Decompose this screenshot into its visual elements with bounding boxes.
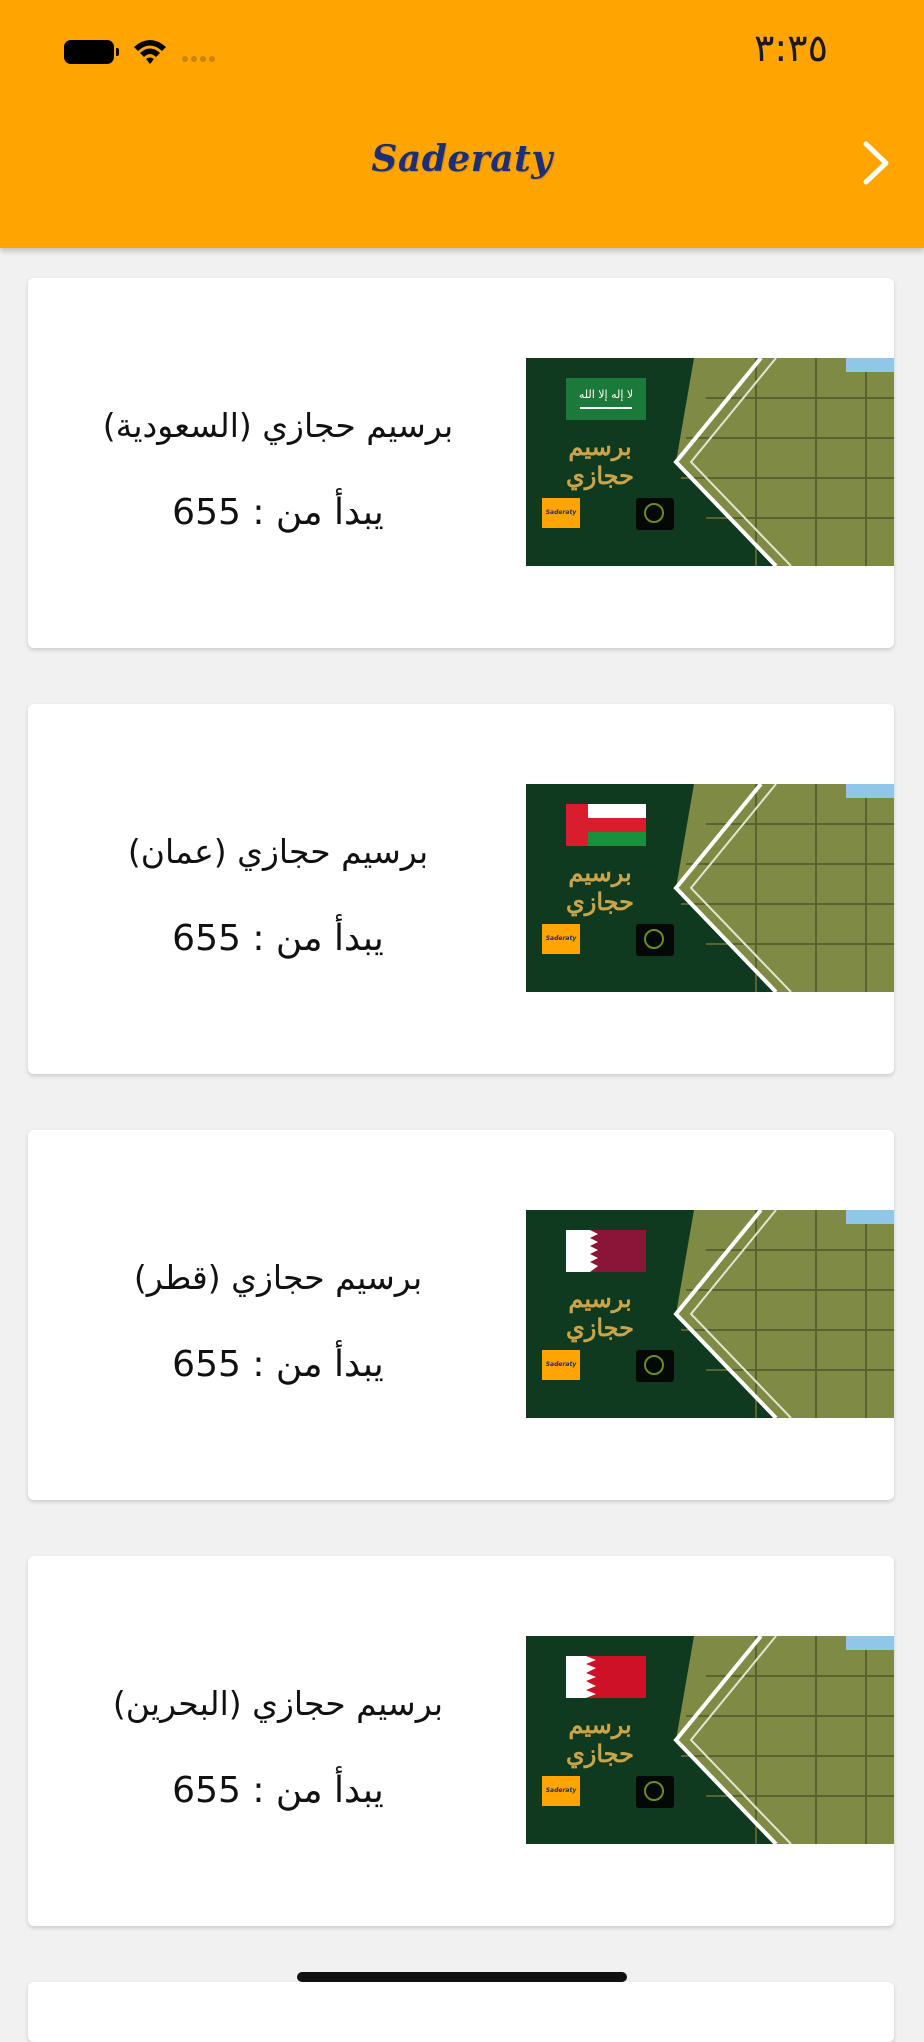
product-card[interactable]: برسيم حجازي (السعودية) يبدأ من : 655 لا …	[28, 278, 894, 648]
product-card[interactable]: برسيم حجازي (عمان) يبدأ من : 655 برسيم ح…	[28, 704, 894, 1074]
product-info: برسيم حجازي (السعودية) يبدأ من : 655	[28, 278, 528, 648]
home-indicator[interactable]	[297, 1972, 627, 1982]
product-price: يبدأ من : 655	[172, 918, 384, 959]
product-price: يبدأ من : 655	[172, 1770, 384, 1811]
seal-icon	[636, 498, 674, 530]
chevron-right-icon[interactable]	[860, 138, 892, 188]
seal-icon	[636, 1350, 674, 1382]
product-image: برسيم حجازي Saderaty	[526, 784, 894, 992]
app-header: ٣:٣٥ Saderaty	[0, 0, 924, 248]
product-card[interactable]: برسيم حجازي (قطر) يبدأ من : 655 برسيم حج…	[28, 1130, 894, 1500]
product-image: لا إله إلا الله برسيم حجازي Saderaty	[526, 358, 894, 566]
svg-text:لا إله إلا الله: لا إله إلا الله	[579, 388, 633, 401]
seal-icon	[636, 924, 674, 956]
product-info: برسيم حجازي (عمان) يبدأ من : 655	[28, 704, 528, 1074]
product-image: برسيم حجازي Saderaty	[526, 1636, 894, 1844]
thumb-brand-logo: Saderaty	[542, 1776, 580, 1806]
thumb-title: برسيم حجازي	[565, 1284, 634, 1342]
flag-qatar-icon	[566, 1230, 646, 1272]
product-price: يبدأ من : 655	[172, 492, 384, 533]
product-image: برسيم حجازي Saderaty	[526, 1210, 894, 1418]
product-info: برسيم حجازي (البحرين) يبدأ من : 655	[28, 1556, 528, 1926]
battery-icon	[64, 40, 119, 64]
flag-bahrain-icon	[566, 1656, 646, 1698]
cellular-signal-icon	[182, 56, 215, 62]
thumb-title: برسيم حجازي	[565, 1710, 634, 1768]
seal-icon	[636, 1776, 674, 1808]
flag-saudi-arabia-icon: لا إله إلا الله	[566, 378, 646, 420]
app-brand-logo: Saderaty	[371, 138, 553, 180]
thumb-title: برسيم حجازي	[565, 858, 634, 916]
thumb-brand-logo: Saderaty	[542, 924, 580, 954]
status-time: ٣:٣٥	[753, 26, 828, 70]
flag-oman-icon	[566, 804, 646, 846]
product-price: يبدأ من : 655	[172, 1344, 384, 1385]
thumb-title: برسيم حجازي	[565, 432, 634, 490]
wifi-icon	[134, 40, 166, 64]
product-title: برسيم حجازي (البحرين)	[112, 1684, 444, 1723]
product-card[interactable]	[28, 1982, 894, 2042]
thumb-brand-logo: Saderaty	[542, 498, 580, 528]
product-title: برسيم حجازي (قطر)	[133, 1258, 423, 1297]
thumb-brand-logo: Saderaty	[542, 1350, 580, 1380]
product-title: برسيم حجازي (عمان)	[127, 832, 429, 871]
product-title: برسيم حجازي (السعودية)	[102, 406, 454, 445]
product-info: برسيم حجازي (قطر) يبدأ من : 655	[28, 1130, 528, 1500]
product-card[interactable]: برسيم حجازي (البحرين) يبدأ من : 655 برسي…	[28, 1556, 894, 1926]
status-bar: ٣:٣٥	[0, 0, 924, 110]
